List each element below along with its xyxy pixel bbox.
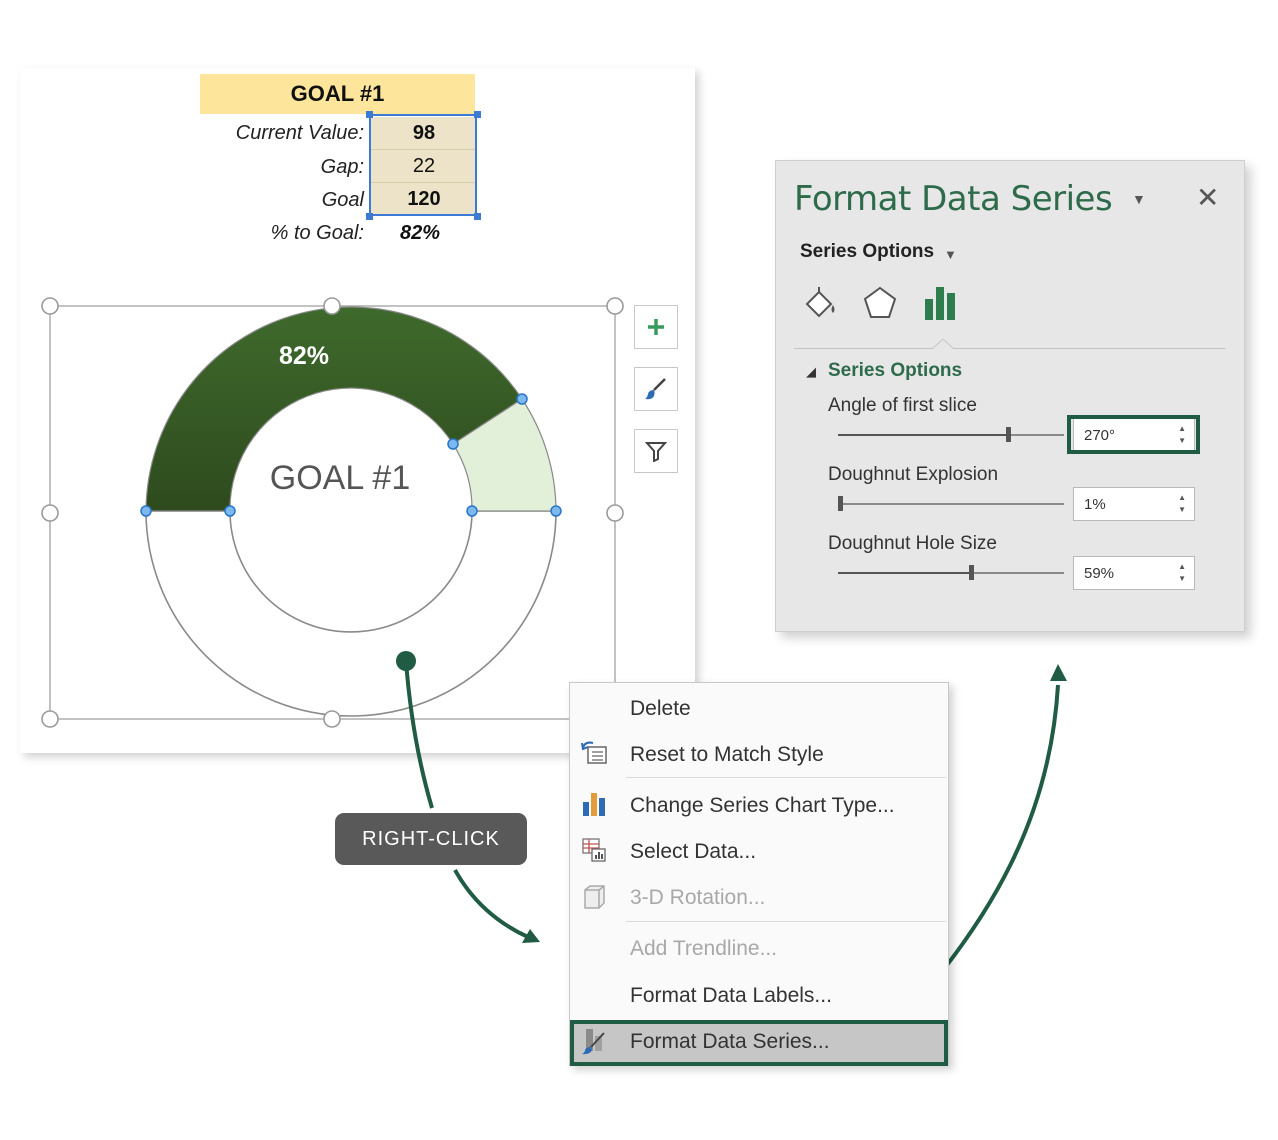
chart-filters-button[interactable] [634,429,678,473]
doughnut-explosion-label: Doughnut Explosion [828,464,999,485]
chart-resize-handle[interactable] [323,710,341,728]
chart-resize-handle[interactable] [606,504,624,522]
annotation-line [453,869,529,939]
arrowhead-icon [1050,664,1067,681]
chart-resize-handle[interactable] [41,297,59,315]
pane-options-caret-icon[interactable]: ▼ [1132,191,1146,207]
format-series-icon [582,1029,605,1055]
series-point-handle[interactable] [550,505,562,517]
chart-elements-button[interactable] [634,305,678,349]
menu-separator [626,777,946,778]
close-icon[interactable]: ✕ [1196,181,1219,214]
slider-thumb[interactable] [838,496,844,511]
series-options-dropdown[interactable]: Series Options [800,241,934,263]
fill-line-icon[interactable] [802,284,840,322]
doughnut-hole-size-slider[interactable] [838,565,1064,580]
right-click-callout: RIGHT-CLICK [335,813,527,865]
data-label-82[interactable]: 82% [279,342,329,370]
chart-resize-handle[interactable] [606,297,624,315]
doughnut-slice-hidden[interactable] [145,510,557,717]
highlight-box [1067,415,1200,454]
doughnut-hole-size-label: Doughnut Hole Size [828,533,997,554]
series-point-handle[interactable] [516,393,528,405]
change-chart-type-icon [583,793,605,816]
collapse-triangle-icon[interactable]: ◢ [806,364,816,380]
filter-icon [645,442,667,462]
format-data-series-pane: Format Data Series ▼ ✕ Series Options ▼ … [775,160,1245,632]
slider-thumb[interactable] [1005,427,1011,442]
series-point-handle[interactable] [140,505,152,517]
doughnut-explosion-slider[interactable] [838,496,1064,511]
chart-resize-handle[interactable] [41,710,59,728]
pane-title: Format Data Series [794,179,1113,219]
doughnut-hole-size-input[interactable]: 59% ▲ ▼ [1073,556,1195,590]
reset-style-icon [581,741,607,764]
menu-item-change-series-chart-type[interactable]: Change Series Chart Type... [630,794,895,818]
slider-thumb[interactable] [969,565,975,580]
section-series-options[interactable]: Series Options [828,360,962,382]
chart-resize-handle[interactable] [323,297,341,315]
menu-item-delete[interactable]: Delete [630,697,691,721]
spin-value: 59% [1084,564,1115,582]
spin-value: 1% [1084,495,1106,513]
menu-item-reset-to-match-style[interactable]: Reset to Match Style [630,743,824,767]
spinner-arrows-icon[interactable]: ▲ ▼ [1178,492,1186,516]
angle-first-slice-slider[interactable] [838,427,1064,442]
angle-first-slice-label: Angle of first slice [828,395,977,416]
series-options-bar-icon[interactable] [922,283,962,323]
menu-item-select-data[interactable]: Select Data... [630,840,756,864]
series-point-handle[interactable] [447,438,459,450]
plus-icon [648,319,664,335]
chart-styles-button[interactable] [634,367,678,411]
chart-center-title: GOAL #1 [270,459,410,497]
brush-icon [645,378,666,400]
chart-resize-handle[interactable] [41,504,59,522]
menu-separator [626,921,946,922]
context-menu: Delete Reset to Match Style Change Serie… [569,682,949,1066]
doughnut-explosion-input[interactable]: 1% ▲ ▼ [1073,487,1195,521]
3d-rotation-icon [584,885,605,909]
select-data-icon [582,838,606,862]
menu-item-format-data-series[interactable]: Format Data Series... [630,1030,830,1054]
menu-item-format-data-labels[interactable]: Format Data Labels... [630,984,832,1008]
chevron-down-icon[interactable]: ▼ [944,247,957,262]
effects-pentagon-icon[interactable] [862,285,898,321]
spinner-arrows-icon[interactable]: ▲ ▼ [1178,561,1186,585]
series-point-handle[interactable] [466,505,478,517]
menu-item-3d-rotation[interactable]: 3-D Rotation... [630,886,765,910]
pane-divider [794,348,1226,349]
active-tab-pointer [932,339,954,350]
series-point-handle[interactable] [224,505,236,517]
menu-item-add-trendline[interactable]: Add Trendline... [630,937,777,961]
